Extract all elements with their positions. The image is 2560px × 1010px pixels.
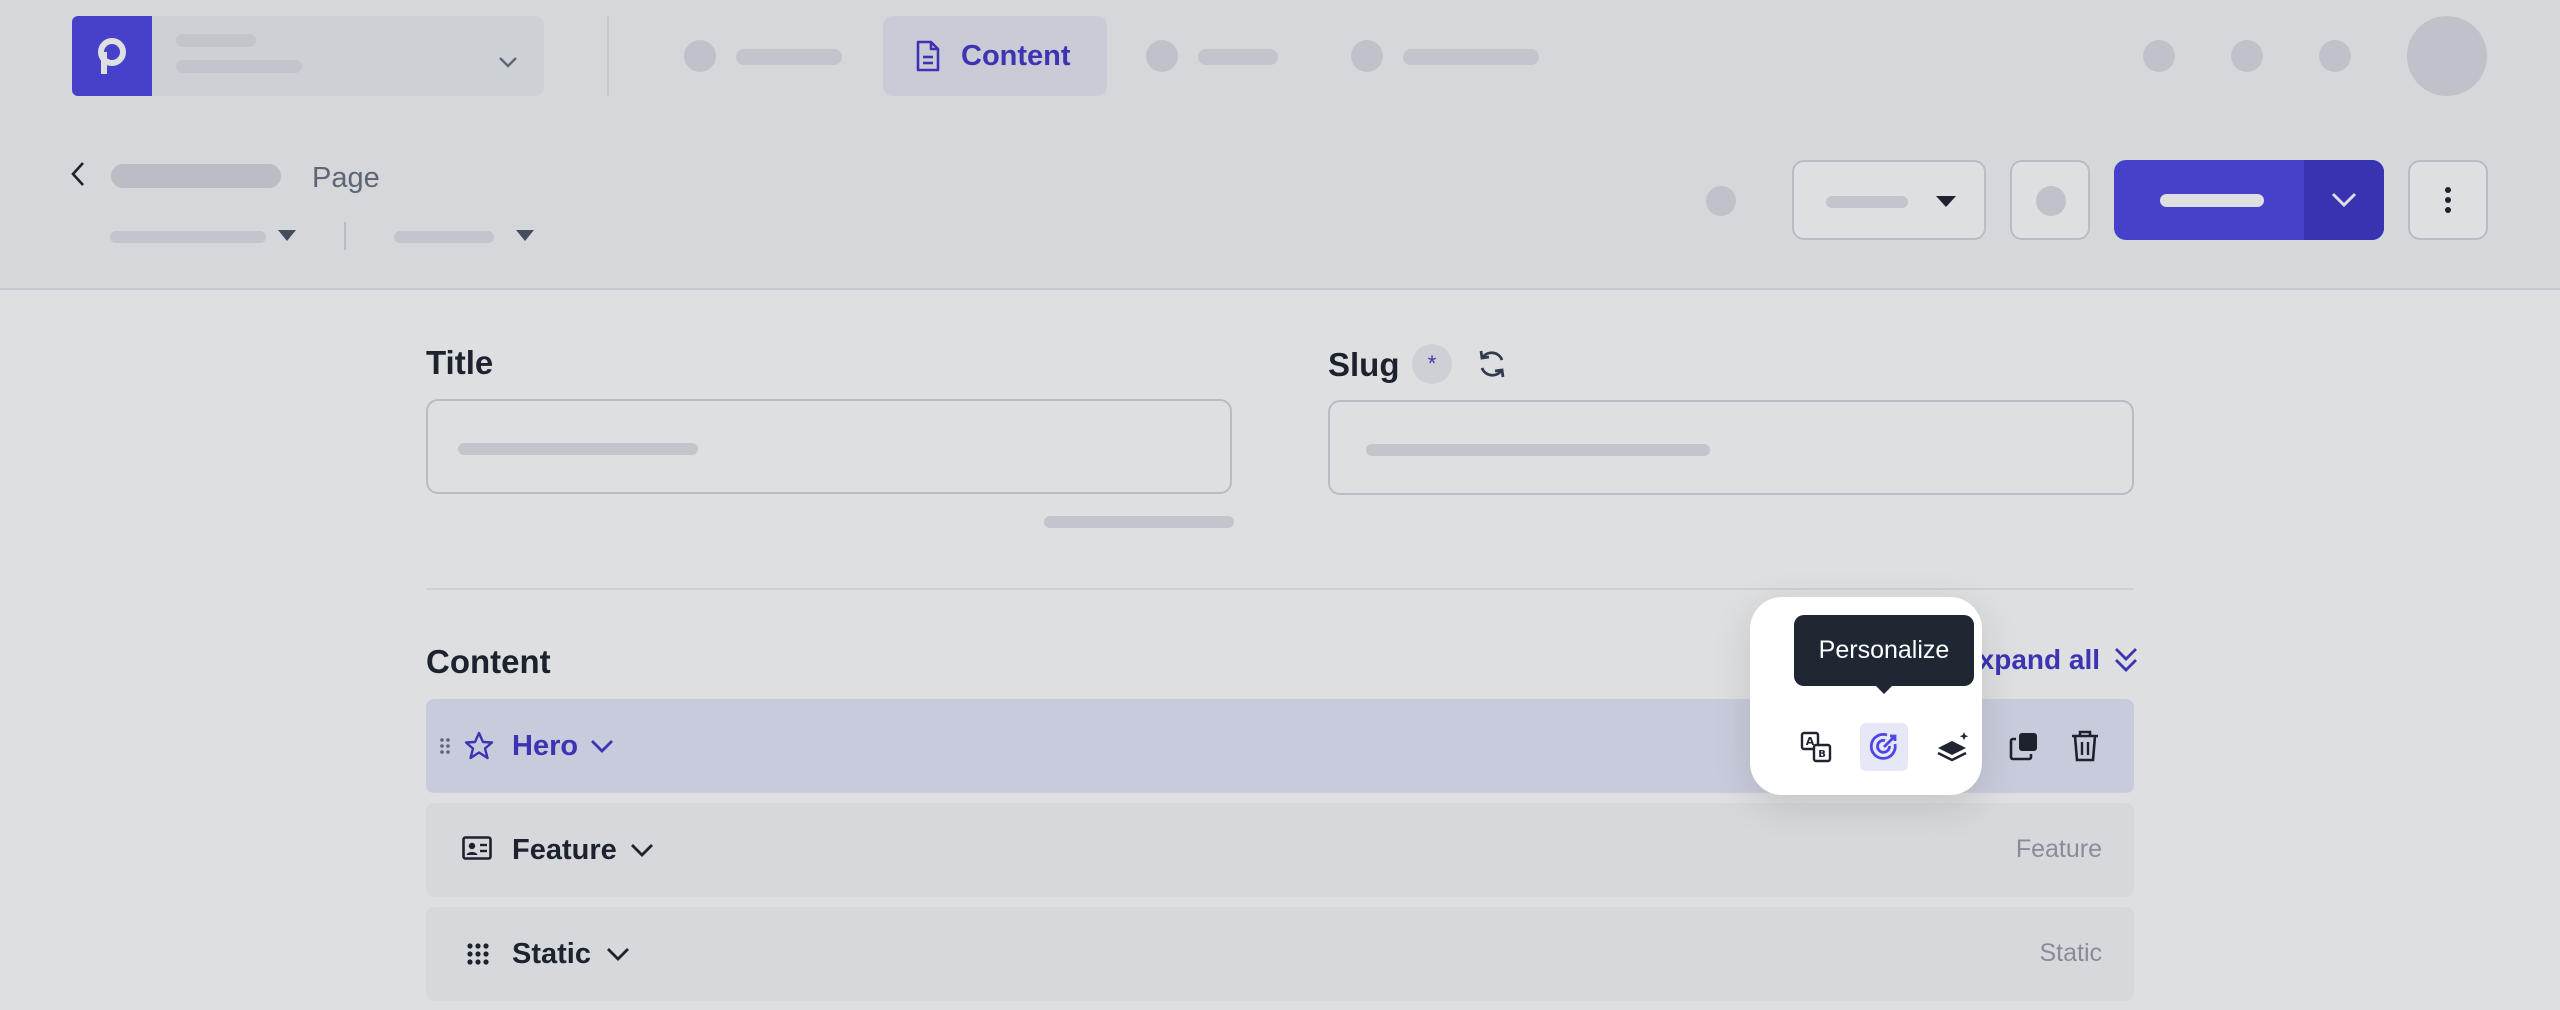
page-type-label: Page [312, 162, 380, 194]
chevron-down-icon [499, 57, 517, 68]
title-input[interactable] [426, 399, 1232, 494]
avatar[interactable] [2407, 16, 2487, 96]
ai-layers-button[interactable] [1930, 723, 1978, 771]
character-counter-placeholder [1044, 516, 1234, 528]
block-title: Feature [512, 834, 617, 866]
grid-icon [467, 943, 489, 965]
star-icon [464, 731, 494, 760]
kebab-menu-icon [2445, 187, 2451, 213]
drag-handle-icon[interactable] [440, 737, 450, 755]
refresh-icon[interactable] [1476, 348, 1508, 380]
nav-divider [607, 16, 609, 96]
top-navigation: Content [0, 0, 2560, 112]
caret-down-icon [516, 230, 534, 241]
more-options-button[interactable] [2408, 160, 2488, 240]
nav-tab-content-label: Content [961, 39, 1071, 72]
page-title-placeholder [111, 164, 281, 188]
status-indicator [1706, 186, 1736, 216]
trash-icon[interactable] [2070, 729, 2100, 763]
content-block-static[interactable]: Static Static [426, 907, 2134, 1001]
target-icon [1869, 733, 1897, 760]
caret-down-icon [278, 230, 296, 241]
slug-input[interactable] [1328, 400, 2134, 495]
app-logo[interactable] [72, 16, 152, 96]
tooltip-arrow [1874, 684, 1894, 694]
notification-icon[interactable] [2143, 40, 2175, 72]
slug-label: Slug [1328, 346, 1400, 383]
layers-sparkle-icon [1937, 732, 1969, 762]
title-label: Title [426, 344, 494, 381]
settings-icon[interactable] [2319, 40, 2351, 72]
svg-text:B: B [1818, 749, 1826, 760]
version-dropdown[interactable] [1792, 160, 1986, 240]
required-badge: * [1412, 344, 1452, 384]
block-type-label: Static [2039, 939, 2102, 967]
logo-icon [98, 38, 126, 74]
double-chevron-down-icon [2115, 648, 2138, 672]
help-icon[interactable] [2231, 40, 2263, 72]
content-block-feature[interactable]: Feature Feature [426, 803, 2134, 897]
workspace-sub-placeholder [176, 60, 302, 73]
translate-button[interactable]: A B [1792, 723, 1840, 771]
expand-all-button[interactable]: Expand all [1960, 642, 2138, 678]
preview-button[interactable] [2010, 160, 2090, 240]
workspace-switcher[interactable] [152, 16, 544, 96]
chevron-down-icon[interactable] [590, 739, 614, 753]
section-divider [426, 588, 2134, 590]
editor-main [0, 290, 2560, 1010]
duplicate-icon[interactable] [2008, 730, 2040, 762]
status-dropdown[interactable] [394, 224, 544, 248]
content-section-label: Content [426, 643, 551, 680]
chevron-down-icon [2331, 192, 2357, 208]
chevron-down-icon[interactable] [630, 843, 654, 857]
header-divider [344, 222, 346, 250]
publish-button[interactable] [2114, 160, 2384, 240]
nav-tab-content[interactable]: Content [883, 16, 1107, 96]
locale-dropdown[interactable] [110, 224, 300, 248]
personalize-tooltip: Personalize [1794, 615, 1974, 686]
id-card-icon [462, 836, 492, 860]
back-arrow-icon[interactable] [70, 160, 86, 188]
nav-tab-placeholder-2[interactable] [1146, 40, 1286, 72]
translate-icon: A B [1800, 731, 1832, 763]
block-title: Hero [512, 730, 579, 762]
workspace-name-placeholder [176, 34, 256, 47]
chevron-down-icon[interactable] [606, 947, 630, 961]
document-icon [916, 40, 940, 72]
personalize-button[interactable] [1860, 723, 1908, 771]
caret-down-icon [1936, 196, 1956, 207]
publish-options-toggle[interactable] [2304, 160, 2384, 240]
nav-tab-placeholder-1[interactable] [684, 40, 844, 72]
nav-tab-placeholder-3[interactable] [1351, 40, 1551, 72]
block-title: Static [512, 938, 591, 970]
publish-label-placeholder [2160, 194, 2264, 207]
block-type-label: Feature [2015, 835, 2102, 863]
